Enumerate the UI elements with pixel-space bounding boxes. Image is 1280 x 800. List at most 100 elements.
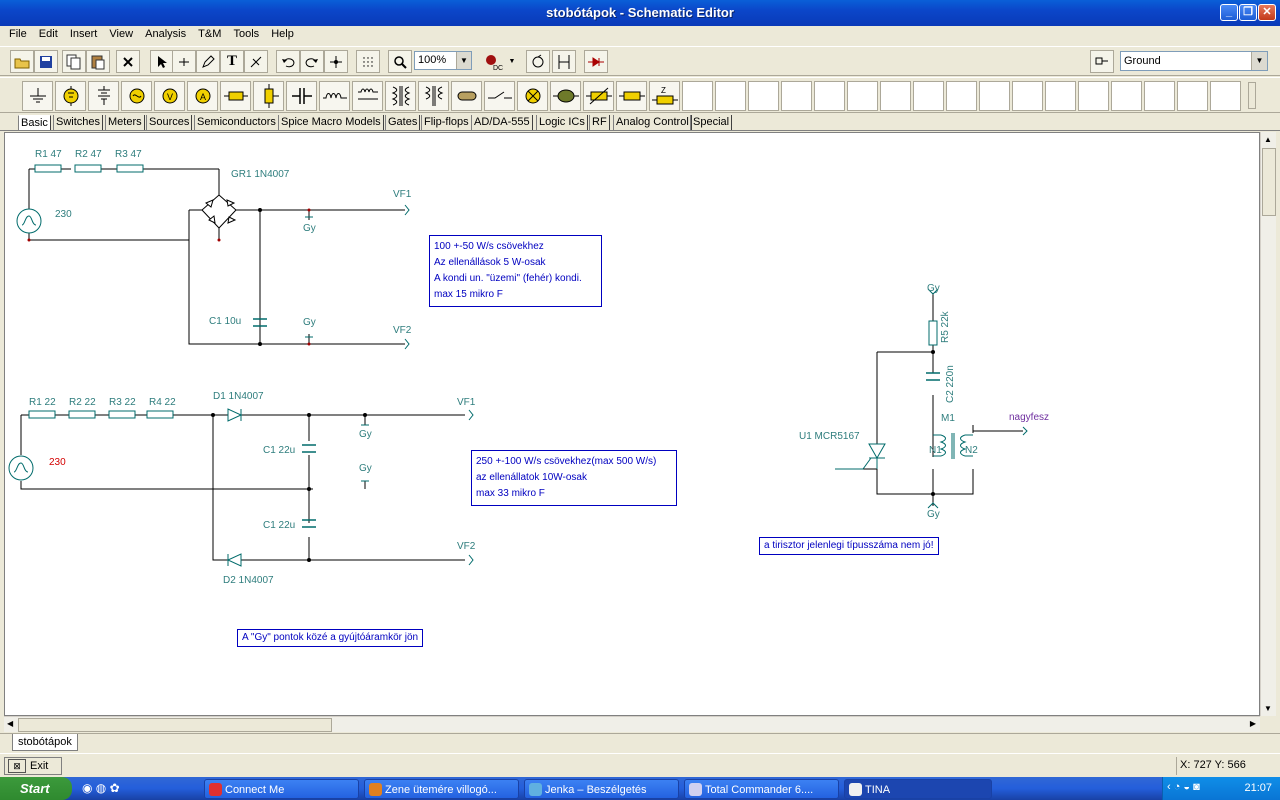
- note-1[interactable]: 100 +-50 W/s csövekhez Az ellenállások 5…: [429, 235, 602, 307]
- scroll-left-icon[interactable]: ◀: [7, 719, 13, 728]
- transformer-icon[interactable]: [385, 81, 416, 111]
- component-category-tabs: Basic Switches Meters Sources Semiconduc…: [0, 114, 1280, 131]
- menu-edit[interactable]: Edit: [39, 26, 58, 40]
- grid-icon[interactable]: [356, 50, 380, 73]
- capacitor-icon[interactable]: [286, 81, 317, 111]
- resistor-icon[interactable]: [220, 81, 251, 111]
- menu-insert[interactable]: Insert: [70, 26, 98, 40]
- current-source-icon[interactable]: [121, 81, 152, 111]
- c3-n2-label: N2: [965, 445, 978, 456]
- ideal-transformer-icon[interactable]: [418, 81, 449, 111]
- zoom-icon[interactable]: [388, 50, 412, 73]
- tab-logic-ics[interactable]: Logic ICs: [536, 115, 588, 130]
- note-2[interactable]: 250 +-100 W/s csövekhez(max 500 W/s) az …: [471, 450, 677, 506]
- select-arrow-icon[interactable]: [150, 50, 174, 73]
- svg-text:Z: Z: [661, 86, 666, 95]
- c1-r1-label: R1 47: [35, 149, 62, 160]
- c2-ac-source: [8, 455, 34, 481]
- voltmeter-icon[interactable]: V: [154, 81, 185, 111]
- menu-help[interactable]: Help: [271, 26, 294, 40]
- open-icon[interactable]: [10, 50, 34, 73]
- ground-component-icon[interactable]: [22, 81, 53, 111]
- redo-icon[interactable]: [300, 50, 324, 73]
- paste-icon[interactable]: [86, 50, 110, 73]
- pencil-icon[interactable]: [196, 50, 220, 73]
- task-tina[interactable]: TINA: [844, 779, 992, 799]
- schematic-canvas[interactable]: R1 47 R2 47 R3 47 230 GR1 1N4007 VF1 VF2…: [4, 132, 1260, 716]
- impedance-icon[interactable]: Z: [649, 81, 680, 111]
- ground-tool-icon[interactable]: [1090, 50, 1114, 73]
- tab-ad-da-555[interactable]: AD/DA-555: [471, 115, 533, 130]
- tab-spice-macro-models[interactable]: Spice Macro Models: [278, 115, 384, 130]
- variable-resistor-icon[interactable]: [583, 81, 614, 111]
- toolbar-scroll-handle[interactable]: [1248, 82, 1256, 109]
- tab-sources[interactable]: Sources: [146, 115, 193, 130]
- tab-basic[interactable]: Basic: [18, 115, 51, 130]
- wire-tool-icon[interactable]: [172, 50, 196, 73]
- dc-dropdown-icon[interactable]: ▼: [506, 50, 518, 73]
- c1-r2-label: R2 47: [75, 149, 102, 160]
- measure-icon[interactable]: [552, 50, 576, 73]
- tab-semiconductors[interactable]: Semiconductors: [194, 115, 279, 130]
- horizontal-scrollbar[interactable]: ◀ ▶: [4, 716, 1260, 732]
- junction-icon[interactable]: [324, 50, 348, 73]
- task-chat[interactable]: Jenka – Beszélgetés: [524, 779, 679, 799]
- tab-rf[interactable]: RF: [589, 115, 610, 130]
- sheet-tabs: stobótápok: [0, 733, 1280, 751]
- tray-icons[interactable]: ‹ ◔ ◒ ◙: [1167, 781, 1200, 793]
- scroll-up-icon[interactable]: ▲: [1264, 135, 1272, 144]
- exit-button[interactable]: ⊠ Exit: [4, 757, 62, 775]
- copy-icon[interactable]: [62, 50, 86, 73]
- menu-file[interactable]: File: [9, 26, 27, 40]
- inductor-icon[interactable]: [319, 81, 350, 111]
- undo-icon[interactable]: [276, 50, 300, 73]
- potentiometer-icon[interactable]: [253, 81, 284, 111]
- zoom-select[interactable]: 100% ▼: [414, 51, 472, 70]
- chevron-down-icon: ▼: [1251, 52, 1267, 70]
- tab-analog-control[interactable]: Analog Control: [613, 115, 692, 130]
- battery-component-icon[interactable]: [55, 81, 86, 111]
- horizontal-scroll-thumb[interactable]: [18, 718, 332, 732]
- tab-special[interactable]: Special: [690, 115, 733, 130]
- diode-tool-icon[interactable]: [584, 50, 608, 73]
- menu-view[interactable]: View: [109, 26, 133, 40]
- tab-switches[interactable]: Switches: [53, 115, 104, 130]
- lamp-component-icon[interactable]: [451, 81, 482, 111]
- start-button[interactable]: Start: [0, 777, 72, 800]
- delete-icon[interactable]: [116, 50, 140, 73]
- close-button[interactable]: ✕: [1258, 4, 1276, 21]
- multi-cell-battery-icon[interactable]: [88, 81, 119, 111]
- vertical-scroll-thumb[interactable]: [1262, 148, 1276, 216]
- tab-meters[interactable]: Meters: [105, 115, 145, 130]
- maximize-button[interactable]: ❐: [1239, 4, 1257, 21]
- save-icon[interactable]: [34, 50, 58, 73]
- motor-component-icon[interactable]: [550, 81, 581, 111]
- lamp-cross-icon[interactable]: [517, 81, 548, 111]
- scroll-right-icon[interactable]: ▶: [1250, 719, 1256, 728]
- note-4[interactable]: a tirisztor jelenlegi típusszáma nem jó!: [759, 537, 939, 555]
- task-connect-me[interactable]: Connect Me: [204, 779, 359, 799]
- probe-icon[interactable]: [526, 50, 550, 73]
- fuse-icon[interactable]: [616, 81, 647, 111]
- switch-component-icon[interactable]: [484, 81, 515, 111]
- scroll-down-icon[interactable]: ▼: [1264, 704, 1272, 713]
- note-3[interactable]: A "Gy" pontok közé a gyújtóáramkör jön: [237, 629, 424, 647]
- menu-tools[interactable]: Tools: [233, 26, 259, 40]
- dc-analysis-icon[interactable]: DC: [482, 50, 506, 73]
- minimize-button[interactable]: _: [1220, 4, 1238, 21]
- menu-analysis[interactable]: Analysis: [145, 26, 186, 40]
- coupled-inductor-icon[interactable]: [352, 81, 383, 111]
- text-tool-icon[interactable]: T: [220, 50, 244, 73]
- c1-resistors: [34, 164, 144, 173]
- task-firefox[interactable]: Zene ütemére villogó...: [364, 779, 519, 799]
- sheet-tab-stobotapok[interactable]: stobótápok: [12, 734, 78, 751]
- menu-tm[interactable]: T&M: [198, 26, 221, 40]
- ground-select[interactable]: Ground ▼: [1120, 51, 1268, 71]
- vertical-scrollbar[interactable]: ▲ ▼: [1260, 132, 1276, 716]
- task-total-commander[interactable]: Total Commander 6....: [684, 779, 839, 799]
- tab-flip-flops[interactable]: Flip-flops: [421, 115, 472, 130]
- ammeter-icon[interactable]: A: [187, 81, 218, 111]
- erase-wire-icon[interactable]: [244, 50, 268, 73]
- quicklaunch-icons[interactable]: ◉ ◍ ✿: [82, 781, 120, 795]
- tab-gates[interactable]: Gates: [385, 115, 421, 130]
